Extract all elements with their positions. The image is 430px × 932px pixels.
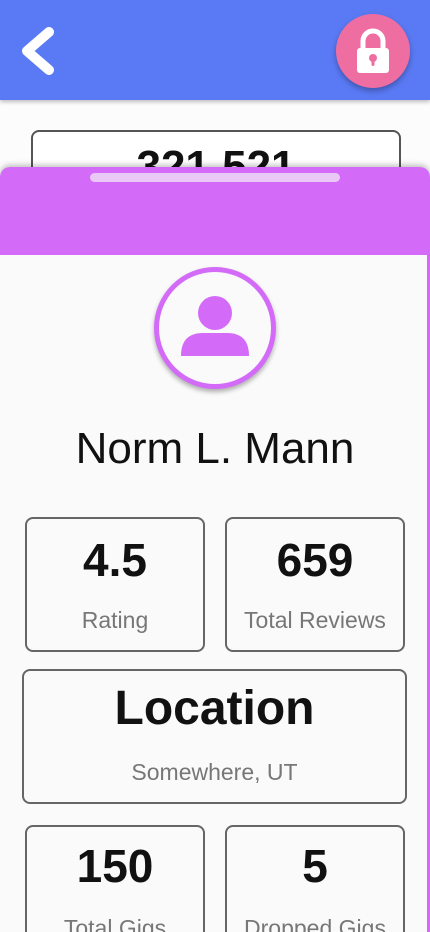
total-reviews-value: 659	[276, 534, 354, 586]
total-gigs-card: 150 Total Gigs	[25, 825, 205, 932]
profile-screen: 321,521 Norm L. Mann 4.5 Rating 659 Tota…	[0, 0, 430, 932]
lock-button[interactable]	[336, 14, 410, 88]
user-icon	[181, 296, 249, 356]
total-gigs-value: 150	[76, 840, 154, 892]
back-button[interactable]	[14, 24, 60, 78]
rating-card: 4.5 Rating	[25, 517, 205, 652]
location-card: Location Somewhere, UT	[22, 669, 407, 804]
location-value: Location	[114, 682, 315, 735]
chevron-left-icon	[22, 27, 54, 75]
total-gigs-label: Total Gigs	[63, 915, 167, 932]
total-reviews-label: Total Reviews	[244, 607, 386, 633]
dropped-gigs-value: 5	[302, 840, 328, 892]
profile-name: Norm L. Mann	[75, 424, 355, 473]
drag-handle[interactable]	[90, 173, 340, 182]
location-label: Somewhere, UT	[131, 759, 298, 785]
lock-icon	[357, 28, 389, 73]
avatar	[154, 267, 276, 389]
rating-value: 4.5	[83, 534, 147, 586]
dropped-gigs-card: 5 Dropped Gigs	[225, 825, 405, 932]
total-reviews-card: 659 Total Reviews	[225, 517, 405, 652]
rating-label: Rating	[81, 607, 149, 633]
dropped-gigs-label: Dropped Gigs	[244, 915, 386, 932]
app-bar	[0, 0, 430, 100]
profile-sheet: Norm L. Mann 4.5 Rating 659 Total Review…	[0, 167, 430, 932]
